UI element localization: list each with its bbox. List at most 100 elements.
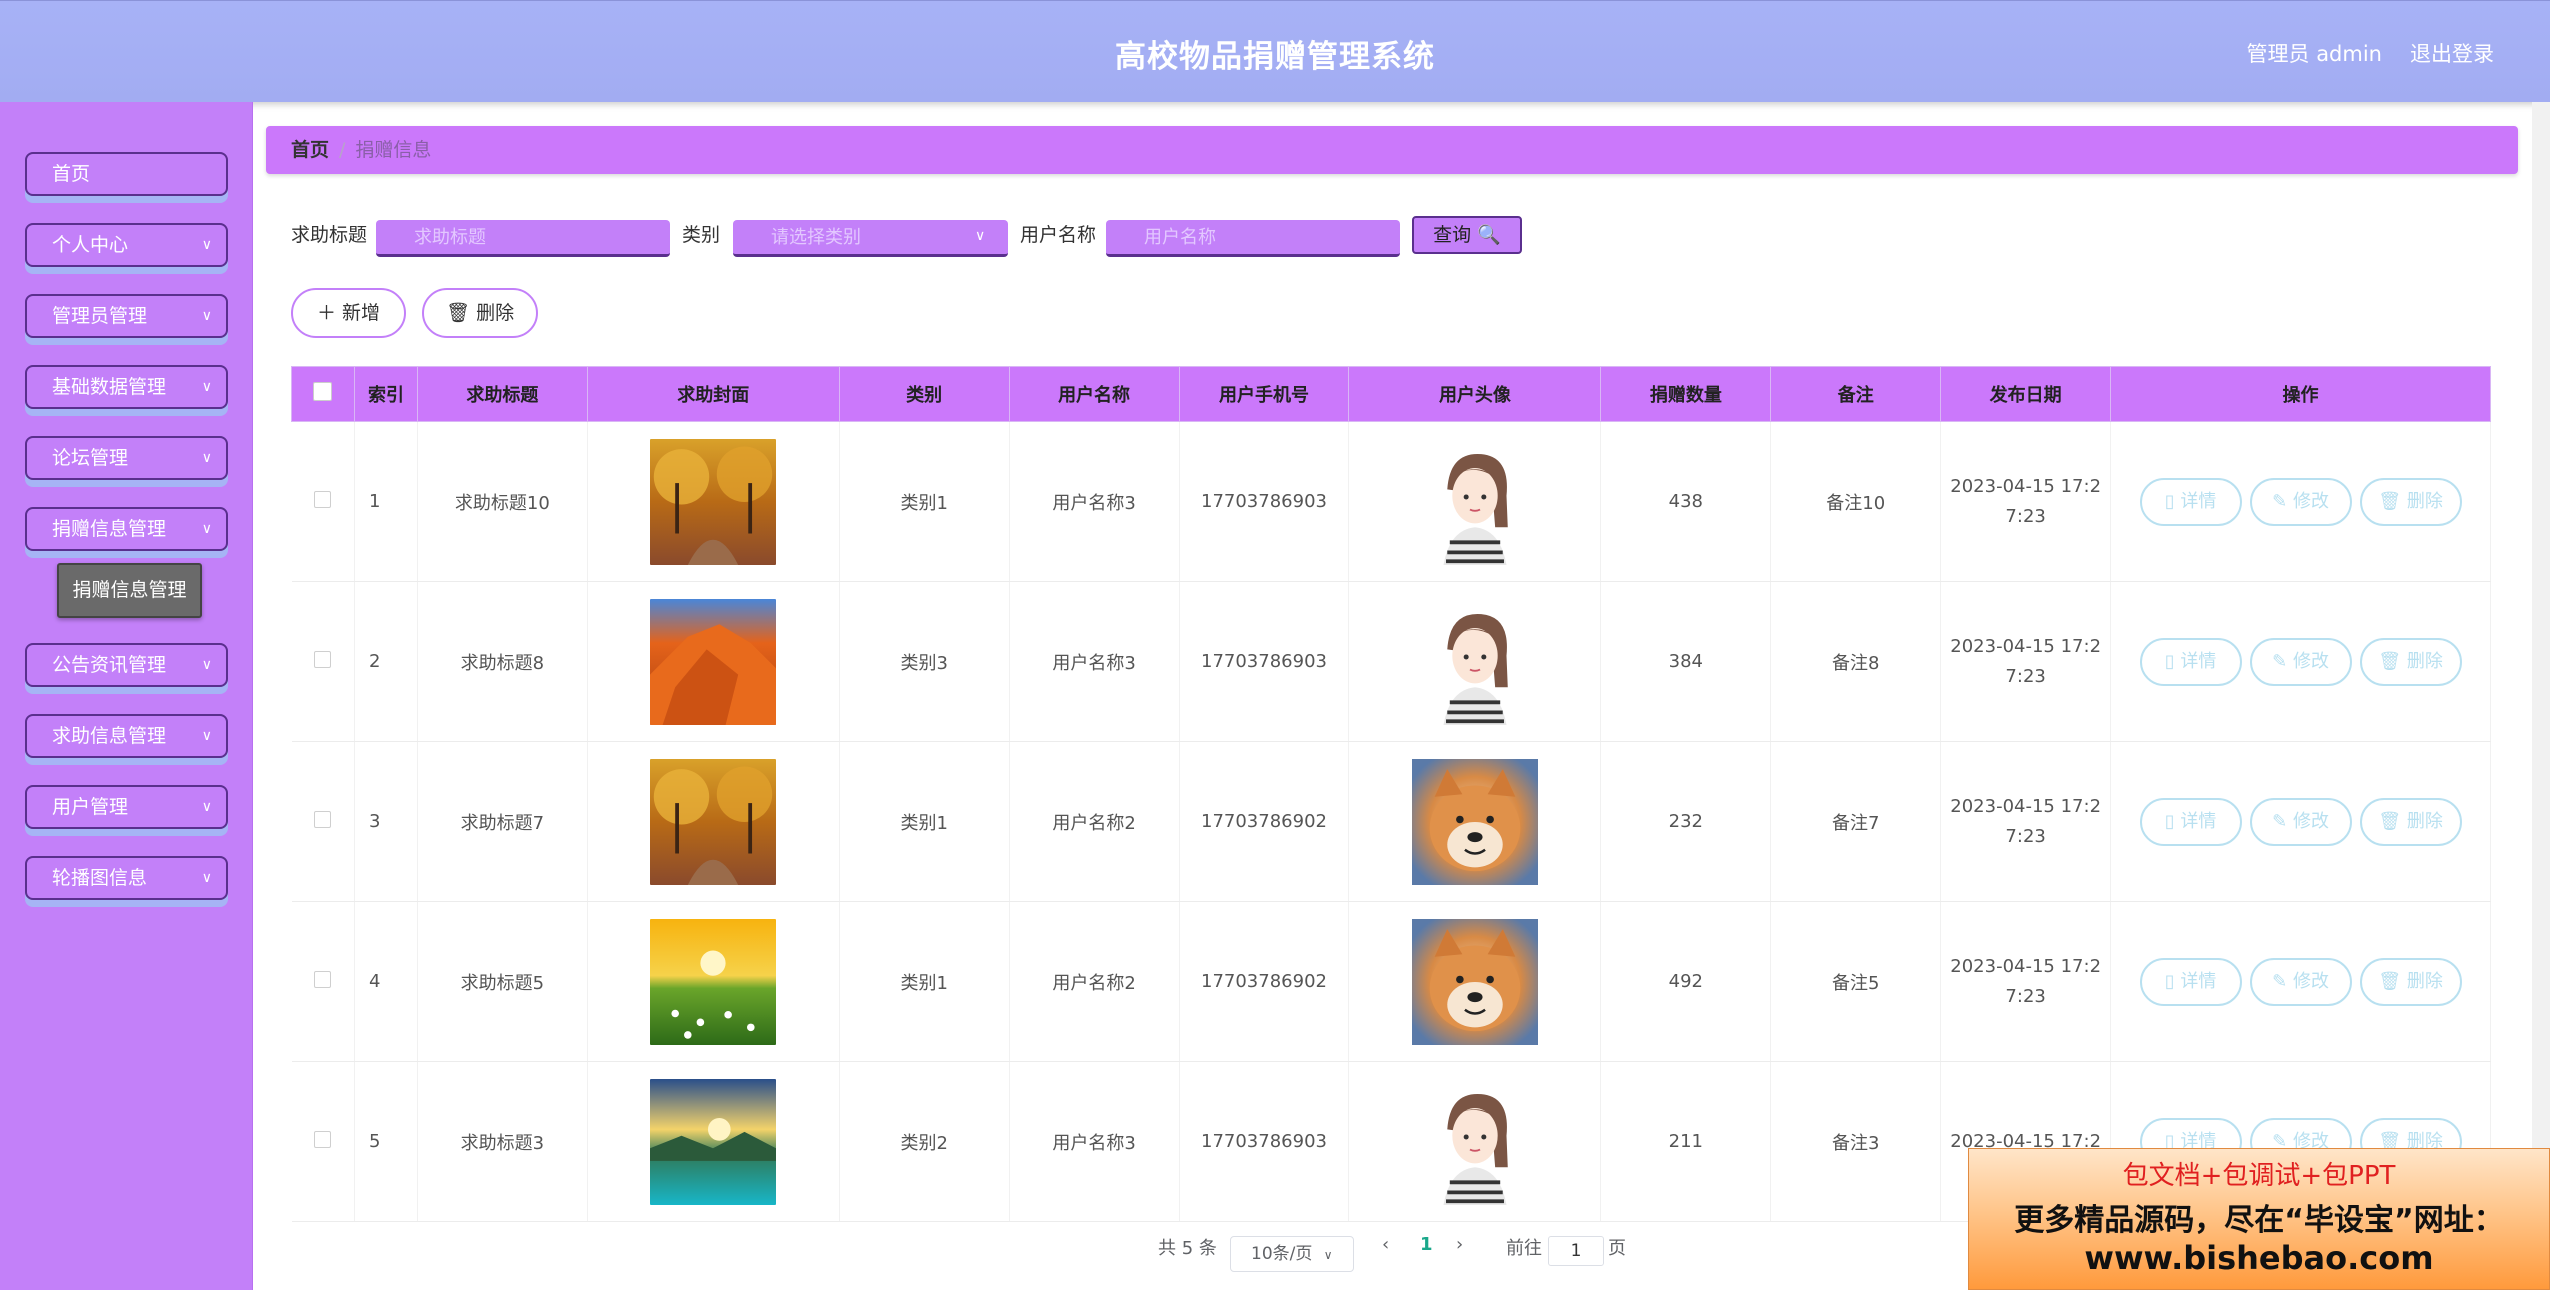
cell-index: 2	[354, 581, 418, 742]
cell-avatar	[1348, 421, 1602, 582]
cell-phone: 17703786903	[1179, 421, 1350, 582]
edit-button[interactable]: ✎ 修改	[2249, 797, 2352, 846]
sidebar-subitem-donation[interactable]: 捐赠信息管理	[57, 563, 202, 618]
detail-button[interactable]: ▯ 详情	[2139, 477, 2242, 526]
row-checkbox[interactable]	[314, 650, 332, 668]
row-delete-button[interactable]: 🗑 删除	[2359, 477, 2462, 526]
select-all-checkbox[interactable]	[313, 382, 333, 401]
row-select-cell[interactable]	[291, 901, 355, 1062]
breadcrumb-separator: /	[339, 139, 346, 161]
goto-page-input[interactable]: 1	[1548, 1236, 1604, 1266]
logout-link[interactable]: 退出登录	[2410, 38, 2494, 68]
sidebar-item-admin[interactable]: 管理员管理 ∨	[25, 294, 228, 338]
promo-line-3: www.bishebao.com	[2084, 1239, 2434, 1277]
sidebar-item-help[interactable]: 求助信息管理 ∨	[25, 714, 228, 758]
date-line-2: 7:23	[2005, 665, 2046, 687]
edit-button[interactable]: ✎ 修改	[2249, 957, 2352, 1006]
cell-quantity: 438	[1600, 421, 1772, 582]
sidebar-item-donation[interactable]: 捐赠信息管理 ∨	[25, 507, 228, 551]
cell-phone: 17703786902	[1179, 741, 1350, 902]
row-select-cell[interactable]	[291, 741, 355, 902]
row-checkbox[interactable]	[314, 1130, 332, 1148]
cell-user: 用户名称3	[1009, 421, 1180, 582]
chevron-down-icon: ∨	[201, 237, 212, 253]
cell-index: 4	[354, 901, 418, 1062]
cell-avatar	[1348, 1061, 1602, 1222]
sidebar-item-forum[interactable]: 论坛管理 ∨	[25, 436, 228, 480]
user-avatar	[1349, 598, 1600, 725]
cell-title: 求助标题8	[417, 581, 588, 742]
vertical-scrollbar[interactable]	[2532, 102, 2550, 1148]
user-search-input[interactable]	[1106, 220, 1400, 257]
cell-avatar	[1348, 901, 1602, 1062]
chevron-down-icon: ∨	[975, 228, 986, 244]
column-header: 用户手机号	[1178, 366, 1350, 422]
cell-cover	[587, 421, 840, 582]
table-row: 1 求助标题10 类别1 用户名称3 17703786903 438 备注10 2023-04…	[291, 421, 2491, 582]
chevron-down-icon: ∨	[201, 657, 212, 673]
cell-type: 类别3	[839, 581, 1010, 742]
cell-phone: 17703786903	[1179, 1061, 1350, 1222]
cell-cover	[587, 1061, 840, 1222]
type-select[interactable]	[733, 220, 1008, 257]
row-select-cell[interactable]	[291, 581, 355, 742]
date-line-1: 2023-04-15 17:2	[1950, 635, 2102, 657]
delete-button[interactable]: 🗑 删除	[422, 288, 538, 338]
edit-button[interactable]: ✎ 修改	[2249, 637, 2352, 686]
cell-date: 2023-04-15 17:2 7:23	[1940, 581, 2112, 742]
select-all-cell[interactable]	[291, 366, 355, 422]
cell-quantity: 492	[1600, 901, 1772, 1062]
current-user: 管理员 admin	[2246, 42, 2382, 66]
cell-type: 类别1	[839, 901, 1010, 1062]
row-select-cell[interactable]	[291, 1061, 355, 1222]
date-line-1: 2023-04-15 17:2	[1950, 795, 2102, 817]
query-button[interactable]: 查询 🔍	[1412, 216, 1522, 254]
row-delete-button[interactable]: 🗑 删除	[2359, 797, 2462, 846]
title-label: 求助标题	[291, 224, 368, 246]
row-checkbox[interactable]	[314, 490, 332, 508]
sidebar-item-label: 论坛管理	[52, 447, 129, 469]
cover-image	[588, 598, 839, 725]
sidebar-item-users[interactable]: 用户管理 ∨	[25, 785, 228, 829]
column-header: 操作	[2110, 366, 2491, 422]
column-header: 求助标题	[416, 366, 588, 422]
row-checkbox[interactable]	[314, 810, 332, 828]
cover-image	[588, 758, 839, 885]
row-checkbox[interactable]	[314, 970, 332, 988]
sidebar-item-label: 捐赠信息管理	[52, 518, 167, 540]
table-row: 4 求助标题5 类别1 用户名称2 17703786902 492 备注5 2023-04-1…	[291, 901, 2491, 1062]
row-delete-button[interactable]: 🗑 删除	[2359, 637, 2462, 686]
cell-cover	[587, 901, 840, 1062]
sidebar-item-home[interactable]: 首页	[25, 152, 228, 196]
sidebar-item-carousel[interactable]: 轮播图信息 ∨	[25, 856, 228, 900]
promo-banner: 包文档+包调试+包PPT 更多精品源码，尽在“毕设宝”网址： www.bishe…	[1968, 1148, 2550, 1290]
promo-line-2: 更多精品源码，尽在“毕设宝”网址：	[2014, 1203, 2504, 1238]
detail-button[interactable]: ▯ 详情	[2139, 637, 2242, 686]
sidebar-item-base-data[interactable]: 基础数据管理 ∨	[25, 365, 228, 409]
page-number-current[interactable]: 1	[1420, 1234, 1433, 1255]
user-avatar	[1349, 918, 1600, 1045]
row-delete-button[interactable]: 🗑 删除	[2359, 957, 2462, 1006]
title-search-input[interactable]	[376, 220, 670, 257]
cell-phone: 17703786902	[1179, 901, 1350, 1062]
type-label: 类别	[682, 224, 721, 246]
sidebar-item-profile[interactable]: 个人中心 ∨	[25, 223, 228, 267]
page-size-select[interactable]: 10条/页 ∨	[1230, 1236, 1354, 1272]
detail-button[interactable]: ▯ 详情	[2139, 957, 2242, 1006]
detail-button[interactable]: ▯ 详情	[2139, 797, 2242, 846]
table-header-row: 索引 求助标题 求助封面 类别 用户名称 用户手机号 用户头像 捐赠数量 备注 …	[291, 366, 2491, 422]
next-page-button[interactable]: ›	[1456, 1234, 1463, 1255]
row-select-cell[interactable]	[291, 421, 355, 582]
column-header: 用户名称	[1008, 366, 1180, 422]
prev-page-button[interactable]: ‹	[1382, 1234, 1389, 1255]
sidebar-item-notice[interactable]: 公告资讯管理 ∨	[25, 643, 228, 687]
cell-user: 用户名称3	[1009, 581, 1180, 742]
edit-button[interactable]: ✎ 修改	[2249, 477, 2352, 526]
chevron-down-icon: ∨	[201, 799, 212, 815]
cell-type: 类别1	[839, 741, 1010, 902]
cell-avatar	[1348, 581, 1602, 742]
cell-avatar	[1348, 741, 1602, 902]
add-button[interactable]: ＋ 新增	[291, 288, 406, 338]
sidebar-item-label: 管理员管理	[52, 305, 148, 327]
breadcrumb-home[interactable]: 首页	[291, 139, 329, 161]
